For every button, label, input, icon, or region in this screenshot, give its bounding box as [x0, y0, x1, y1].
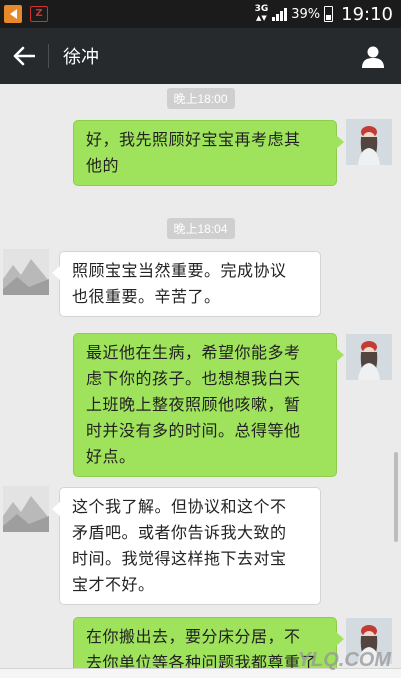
signal-icon — [272, 7, 288, 21]
avatar-image — [3, 249, 49, 295]
watermark: YLQ.COM — [297, 649, 391, 671]
self-avatar[interactable] — [346, 119, 392, 165]
back-button[interactable] — [0, 28, 48, 84]
message-line: 时间。我觉得这样拖下去对宝 — [72, 549, 287, 568]
message-bubble-self[interactable]: 最近他在生病，希望你能多考 虑下你的孩子。也想想我白天 上班晚上整夜照顾他咳嗽，… — [73, 333, 344, 477]
message-line: 最近他在生病，希望你能多考 — [86, 343, 301, 362]
avatar-image — [3, 486, 49, 532]
message-line: 他的 — [86, 156, 120, 175]
message-line: 好，我先照顾好宝宝再考虑其 — [86, 130, 301, 149]
person-icon — [362, 46, 384, 68]
message-line: 宝才不好。 — [72, 575, 155, 594]
message-line: 矛盾吧。或者你告诉我大致的 — [72, 523, 287, 542]
contact-avatar[interactable] — [3, 486, 49, 532]
message-bubble-contact[interactable]: 照顾宝宝当然重要。完成协议 也很重要。辛苦了。 — [52, 251, 321, 317]
status-bar: Z 3G ▲▼ 39% 19:10 — [0, 0, 401, 28]
scrollbar[interactable] — [394, 452, 398, 542]
message-line: 虑下你的孩子。也想想我白天 — [86, 369, 301, 388]
clock: 19:10 — [341, 3, 393, 25]
chat-area[interactable]: 晚上18:00 好，我先照顾好宝宝再考虑其 他的 晚上18:04 照顾宝宝当然重… — [0, 84, 401, 678]
message-line: 这个我了解。但协议和这个不 — [72, 497, 287, 516]
timestamp-label: 晚上18:00 — [166, 88, 235, 109]
message-bubble-contact[interactable]: 这个我了解。但协议和这个不 矛盾吧。或者你告诉我大致的 时间。我觉得这样拖下去对… — [52, 487, 321, 605]
title-divider — [48, 44, 49, 68]
contact-avatar[interactable] — [3, 249, 49, 295]
network-type: 3G ▲▼ — [254, 4, 269, 23]
message-line: 也很重要。辛苦了。 — [72, 287, 221, 306]
message-line: 照顾宝宝当然重要。完成协议 — [72, 261, 287, 280]
message-line: 上班晚上整夜照顾他咳嗽，暂 — [86, 395, 301, 414]
battery-icon — [324, 6, 334, 22]
z-app-icon: Z — [30, 6, 48, 22]
avatar-image — [346, 119, 392, 165]
timestamp-label: 晚上18:04 — [166, 218, 235, 239]
message-line: 好点。 — [86, 447, 136, 466]
avatar-image — [346, 334, 392, 380]
message-bubble-self[interactable]: 好，我先照顾好宝宝再考虑其 他的 — [73, 120, 344, 186]
profile-button[interactable] — [345, 28, 401, 84]
notification-app-icon — [4, 5, 22, 23]
battery-percent: 39% — [291, 6, 321, 22]
back-arrow-icon — [13, 46, 35, 66]
self-avatar[interactable] — [346, 334, 392, 380]
chat-title: 徐冲 — [63, 47, 99, 67]
message-line: 在你搬出去，要分床分居，不 — [86, 627, 301, 646]
title-bar: 徐冲 — [0, 28, 401, 84]
message-line: 时并没有多的时间。总得等他 — [86, 421, 301, 440]
